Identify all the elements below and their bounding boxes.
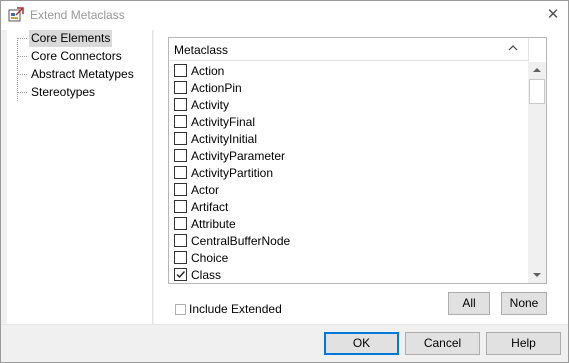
list-item[interactable]: Action — [169, 62, 528, 79]
row-checkbox[interactable] — [174, 98, 187, 111]
tree-branch-line — [17, 74, 27, 75]
tree-item-label[interactable]: Core Elements — [29, 30, 113, 47]
row-label: Class — [191, 268, 222, 282]
row-checkbox[interactable] — [174, 166, 187, 179]
none-button[interactable]: None — [501, 292, 547, 315]
include-extended-checkbox[interactable] — [175, 304, 186, 315]
scroll-up-button[interactable] — [528, 62, 546, 79]
list-item[interactable]: Artifact — [169, 198, 528, 215]
cancel-button[interactable]: Cancel — [405, 332, 480, 355]
window-title: Extend Metaclass — [30, 8, 125, 22]
header-separator — [528, 38, 529, 61]
tree-item-label[interactable]: Core Connectors — [29, 48, 124, 65]
category-tree: Core Elements Core Connectors Abstract Met… — [7, 30, 153, 324]
list-item[interactable]: ActivityPartition — [169, 164, 528, 181]
row-checkbox[interactable] — [174, 149, 187, 162]
tree-item-label[interactable]: Stereotypes — [29, 84, 97, 101]
list-item[interactable]: Class — [169, 266, 528, 283]
list-item[interactable]: Choice — [169, 249, 528, 266]
list-item[interactable]: ActivityFinal — [169, 113, 528, 130]
row-checkbox[interactable] — [174, 200, 187, 213]
row-label: Attribute — [191, 217, 236, 231]
metaclass-listview: Metaclass Action ActionPin Activity Activit… — [168, 37, 547, 284]
all-button[interactable]: All — [448, 292, 490, 315]
tree-branch-line — [17, 38, 27, 39]
row-checkbox[interactable] — [174, 234, 187, 247]
row-checkbox[interactable] — [174, 183, 187, 196]
row-checkbox[interactable] — [174, 268, 187, 281]
row-label: Choice — [191, 251, 229, 265]
row-checkbox[interactable] — [174, 115, 187, 128]
row-label: ActivityParameter — [191, 149, 286, 163]
list-header[interactable]: Metaclass — [169, 38, 528, 61]
list-item[interactable]: Attribute — [169, 215, 528, 232]
row-checkbox[interactable] — [174, 132, 187, 145]
row-checkbox[interactable] — [174, 81, 187, 94]
list-item[interactable]: Actor — [169, 181, 528, 198]
row-label: Action — [191, 64, 225, 78]
help-button[interactable]: Help — [486, 332, 561, 355]
ok-button[interactable]: OK — [324, 332, 399, 355]
row-label: Activity — [191, 98, 230, 112]
row-label: Artifact — [191, 200, 229, 214]
row-checkbox[interactable] — [174, 251, 187, 264]
list-item[interactable]: ActionPin — [169, 79, 528, 96]
row-label: Actor — [191, 183, 220, 197]
tree-branch-line — [17, 92, 27, 93]
chevron-up-icon[interactable] — [507, 42, 519, 54]
metaclass-rows: Action ActionPin Activity ActivityFinal Acti… — [169, 62, 528, 283]
app-icon — [8, 7, 24, 23]
close-icon[interactable]: ✕ — [543, 5, 563, 25]
scroll-thumb[interactable] — [529, 79, 545, 104]
list-item[interactable]: CentralBufferNode — [169, 232, 528, 249]
row-checkbox[interactable] — [174, 217, 187, 230]
metaclass-column-header[interactable]: Metaclass — [174, 43, 228, 57]
row-label: CentralBufferNode — [191, 234, 291, 248]
include-extended-label[interactable]: Include Extended — [189, 302, 282, 316]
row-checkbox[interactable] — [174, 64, 187, 77]
scroll-down-button[interactable] — [528, 266, 546, 283]
row-label: ActivityPartition — [191, 166, 274, 180]
title-bar: Extend Metaclass ✕ — [1, 1, 568, 30]
tree-item-label[interactable]: Abstract Metatypes — [29, 66, 136, 83]
row-label: ActivityInitial — [191, 132, 258, 146]
list-item[interactable]: ActivityInitial — [169, 130, 528, 147]
row-label: ActivityFinal — [191, 115, 256, 129]
vertical-scrollbar[interactable] — [528, 62, 546, 283]
list-item[interactable]: ActivityParameter — [169, 147, 528, 164]
list-item[interactable]: Activity — [169, 96, 528, 113]
row-label: ActionPin — [191, 81, 242, 95]
checkmark-icon — [176, 271, 186, 279]
footer-divider — [1, 324, 568, 325]
tree-branch-line — [17, 56, 27, 57]
